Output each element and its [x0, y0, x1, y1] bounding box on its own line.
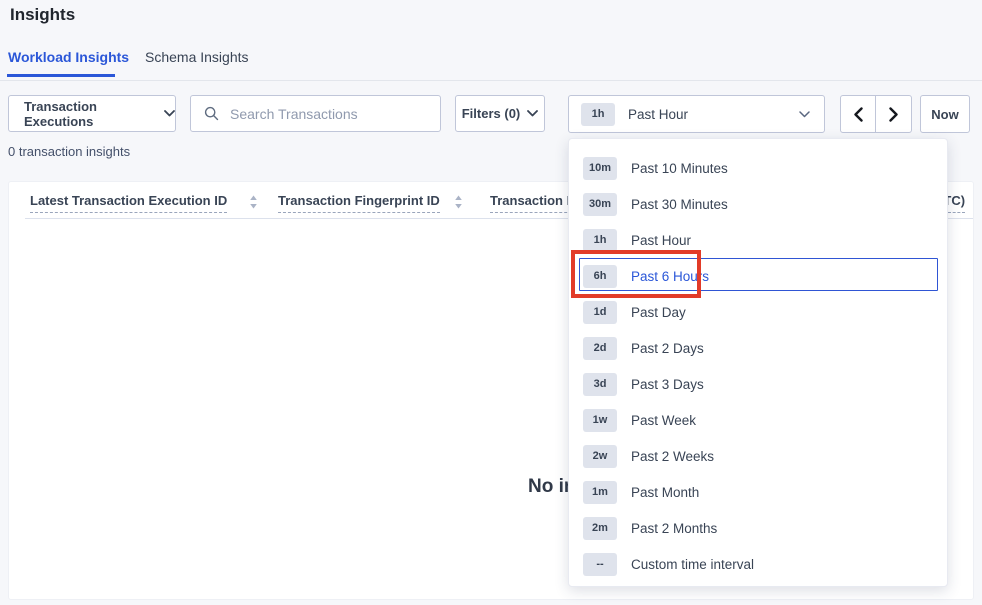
time-option-label: Past 3 Days	[631, 377, 704, 392]
time-option-past-day[interactable]: 1d Past Day	[569, 294, 947, 330]
time-option-label: Past 6 Hours	[631, 269, 709, 284]
chevron-down-icon	[164, 110, 175, 117]
time-option-badge: 1h	[583, 229, 617, 252]
time-option-past-6-hours[interactable]: 6h Past 6 Hours	[569, 258, 947, 294]
filters-button[interactable]: Filters (0)	[455, 95, 545, 132]
tab-workload-insights[interactable]: Workload Insights	[8, 49, 129, 65]
time-option-label: Past Hour	[631, 233, 691, 248]
time-option-badge: 2m	[583, 517, 617, 540]
time-option-past-hour[interactable]: 1h Past Hour	[569, 222, 947, 258]
time-option-past-2-weeks[interactable]: 2w Past 2 Weeks	[569, 438, 947, 474]
column-header-transaction-fingerprint-id[interactable]: Transaction Fingerprint ID	[278, 193, 440, 208]
insight-type-select[interactable]: Transaction Executions	[8, 95, 176, 132]
time-option-past-2-days[interactable]: 2d Past 2 Days	[569, 330, 947, 366]
sort-icon[interactable]	[249, 195, 258, 214]
chevron-down-icon	[799, 111, 810, 118]
time-option-badge: 6h	[583, 265, 617, 288]
chevron-right-icon	[888, 107, 899, 122]
time-option-past-10-minutes[interactable]: 10m Past 10 Minutes	[569, 150, 947, 186]
time-range-badge: 1h	[581, 103, 615, 126]
time-option-badge: 1m	[583, 481, 617, 504]
time-option-label: Past Week	[631, 413, 696, 428]
chevron-left-icon	[853, 107, 864, 122]
time-option-label: Past Month	[631, 485, 699, 500]
column-header-latest-transaction-execution-id[interactable]: Latest Transaction Execution ID	[30, 193, 227, 208]
now-button[interactable]: Now	[920, 95, 970, 133]
time-option-badge: 2d	[583, 337, 617, 360]
search-icon	[204, 106, 219, 121]
time-option-label: Past 10 Minutes	[631, 161, 728, 176]
previous-interval-button[interactable]	[841, 96, 876, 132]
time-option-label: Past Day	[631, 305, 686, 320]
time-range-label: Past Hour	[628, 107, 688, 122]
tabs-divider	[0, 80, 982, 81]
time-option-past-30-minutes[interactable]: 30m Past 30 Minutes	[569, 186, 947, 222]
time-option-label: Past 2 Weeks	[631, 449, 714, 464]
tab-schema-insights[interactable]: Schema Insights	[145, 49, 249, 65]
next-interval-button[interactable]	[876, 96, 911, 132]
time-option-past-week[interactable]: 1w Past Week	[569, 402, 947, 438]
time-option-custom-time-interval[interactable]: -- Custom time interval	[569, 546, 947, 582]
time-option-past-2-months[interactable]: 2m Past 2 Months	[569, 510, 947, 546]
time-option-badge: 3d	[583, 373, 617, 396]
now-button-label: Now	[931, 107, 958, 122]
page-title: Insights	[10, 5, 75, 25]
time-step-buttons	[840, 95, 912, 133]
time-option-badge: 2w	[583, 445, 617, 468]
time-range-select[interactable]: 1h Past Hour	[568, 95, 825, 133]
time-option-label: Past 30 Minutes	[631, 197, 728, 212]
time-range-dropdown: 10m Past 10 Minutes 30m Past 30 Minutes …	[568, 138, 948, 587]
time-option-past-month[interactable]: 1m Past Month	[569, 474, 947, 510]
insight-type-select-label: Transaction Executions	[24, 99, 155, 129]
search-input[interactable]	[228, 105, 418, 123]
chevron-down-icon	[527, 110, 538, 117]
search-box[interactable]	[190, 95, 441, 132]
active-tab-underline	[7, 74, 115, 77]
time-option-label: Past 2 Months	[631, 521, 717, 536]
time-option-badge: 1w	[583, 409, 617, 432]
time-option-label: Past 2 Days	[631, 341, 704, 356]
time-option-badge: 30m	[583, 193, 617, 216]
time-option-badge: 1d	[583, 301, 617, 324]
sort-icon[interactable]	[454, 195, 463, 214]
insights-count: 0 transaction insights	[8, 144, 130, 159]
time-option-past-3-days[interactable]: 3d Past 3 Days	[569, 366, 947, 402]
time-option-badge: 10m	[583, 157, 617, 180]
filters-button-label: Filters (0)	[462, 106, 521, 121]
time-option-label: Custom time interval	[631, 557, 754, 572]
time-option-badge: --	[583, 553, 617, 576]
